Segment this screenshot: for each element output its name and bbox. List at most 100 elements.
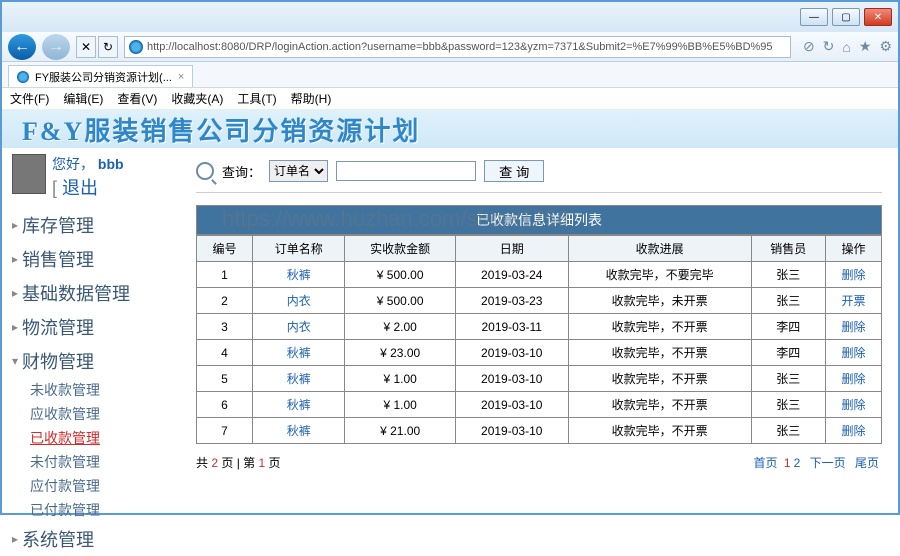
table-header: 收款进展 bbox=[568, 236, 751, 262]
cell-seller: 张三 bbox=[751, 392, 825, 418]
back-button[interactable]: ← bbox=[8, 34, 36, 60]
browser-tab[interactable]: FY服装公司分销资源计划(... × bbox=[8, 65, 193, 87]
cell-seller: 李四 bbox=[751, 340, 825, 366]
cell-amount: ¥ 500.00 bbox=[345, 288, 456, 314]
cell-order-name[interactable]: 秋裤 bbox=[253, 366, 345, 392]
cell-date: 2019-03-10 bbox=[455, 340, 568, 366]
pager-page-2[interactable]: 2 bbox=[794, 456, 801, 470]
cell-order-name[interactable]: 内衣 bbox=[253, 314, 345, 340]
pager-text: 页 | 第 bbox=[218, 456, 258, 470]
pager-page-1[interactable]: 1 bbox=[784, 456, 791, 470]
cell-progress: 收款完毕，未开票 bbox=[568, 288, 751, 314]
stop-button[interactable]: ✕ bbox=[76, 36, 96, 58]
cell-op[interactable]: 删除 bbox=[825, 418, 881, 444]
cell-order-name[interactable]: 秋裤 bbox=[253, 262, 345, 288]
window-minimize-button[interactable]: — bbox=[800, 8, 828, 26]
pager-last[interactable]: 尾页 bbox=[855, 456, 879, 470]
cell-op[interactable]: 开票 bbox=[825, 288, 881, 314]
pager-first[interactable]: 首页 bbox=[754, 456, 778, 470]
favorites-icon[interactable]: ★ bbox=[859, 38, 872, 55]
cell-order-name[interactable]: 秋裤 bbox=[253, 418, 345, 444]
search-field-select[interactable]: 订单名 bbox=[269, 160, 328, 182]
sidebar-subitem-1[interactable]: 应收款管理 bbox=[30, 402, 182, 426]
cell-id: 1 bbox=[197, 262, 253, 288]
cell-id: 2 bbox=[197, 288, 253, 314]
sidebar-item-3[interactable]: 物流管理 bbox=[12, 310, 182, 344]
search-label: 查询： bbox=[222, 162, 261, 181]
tools-icon[interactable]: ⚙ bbox=[879, 38, 892, 55]
address-bar[interactable]: http://localhost:8080/DRP/loginAction.ac… bbox=[124, 36, 791, 58]
refresh-icon[interactable]: ↻ bbox=[823, 38, 835, 55]
sidebar-item-4[interactable]: 财物管理 bbox=[12, 344, 182, 378]
sidebar-subitem-2[interactable]: 已收款管理 bbox=[30, 426, 182, 450]
sidebar-item-2[interactable]: 基础数据管理 bbox=[12, 276, 182, 310]
cell-order-name[interactable]: 秋裤 bbox=[253, 340, 345, 366]
table-header: 销售员 bbox=[751, 236, 825, 262]
menu-view[interactable]: 查看(V) bbox=[117, 90, 157, 107]
avatar bbox=[12, 154, 46, 194]
table-row: 5秋裤¥ 1.002019-03-10收款完毕，不开票张三删除 bbox=[197, 366, 882, 392]
cell-date: 2019-03-24 bbox=[455, 262, 568, 288]
sidebar-item-0[interactable]: 库存管理 bbox=[12, 208, 182, 242]
content-area: https://www.huzhan.com/shop/1758 查询： 订单名… bbox=[192, 148, 898, 513]
cell-date: 2019-03-11 bbox=[455, 314, 568, 340]
table-header: 操作 bbox=[825, 236, 881, 262]
window-maximize-button[interactable]: ▢ bbox=[832, 8, 860, 26]
menu-edit[interactable]: 编辑(E) bbox=[63, 90, 103, 107]
cell-amount: ¥ 23.00 bbox=[345, 340, 456, 366]
table-header: 日期 bbox=[455, 236, 568, 262]
cell-progress: 收款完毕，不开票 bbox=[568, 340, 751, 366]
cell-progress: 收款完毕，不开票 bbox=[568, 418, 751, 444]
cell-amount: ¥ 1.00 bbox=[345, 366, 456, 392]
logout-link[interactable]: 退出 bbox=[52, 174, 124, 200]
table-row: 2内衣¥ 500.002019-03-23收款完毕，未开票张三开票 bbox=[197, 288, 882, 314]
cell-seller: 张三 bbox=[751, 262, 825, 288]
page-banner: F&Y服装销售公司分销资源计划 bbox=[2, 110, 898, 148]
cell-amount: ¥ 2.00 bbox=[345, 314, 456, 340]
compat-icon[interactable]: ⊘ bbox=[803, 38, 815, 55]
menu-file[interactable]: 文件(F) bbox=[10, 90, 49, 107]
cell-seller: 张三 bbox=[751, 288, 825, 314]
pager-next[interactable]: 下一页 bbox=[810, 456, 846, 470]
cell-op[interactable]: 删除 bbox=[825, 366, 881, 392]
cell-id: 3 bbox=[197, 314, 253, 340]
pager-text: 页 bbox=[265, 456, 280, 470]
cell-date: 2019-03-10 bbox=[455, 418, 568, 444]
sidebar-subitem-0[interactable]: 未收款管理 bbox=[30, 378, 182, 402]
cell-id: 6 bbox=[197, 392, 253, 418]
menu-tools[interactable]: 工具(T) bbox=[237, 90, 276, 107]
browser-toolbar: ← → ✕ ↻ http://localhost:8080/DRP/loginA… bbox=[2, 32, 898, 62]
window-close-button[interactable]: ✕ bbox=[864, 8, 892, 26]
sidebar-item-1[interactable]: 销售管理 bbox=[12, 242, 182, 276]
sidebar-subitem-5[interactable]: 已付款管理 bbox=[30, 498, 182, 522]
table-header: 编号 bbox=[197, 236, 253, 262]
ie-icon bbox=[17, 71, 29, 83]
search-input[interactable] bbox=[336, 161, 476, 181]
cell-order-name[interactable]: 内衣 bbox=[253, 288, 345, 314]
home-icon[interactable]: ⌂ bbox=[842, 39, 850, 55]
cell-op[interactable]: 删除 bbox=[825, 314, 881, 340]
sidebar-subitem-3[interactable]: 未付款管理 bbox=[30, 450, 182, 474]
cell-date: 2019-03-23 bbox=[455, 288, 568, 314]
search-button[interactable]: 查 询 bbox=[484, 160, 544, 182]
browser-menu: 文件(F) 编辑(E) 查看(V) 收藏夹(A) 工具(T) 帮助(H) bbox=[2, 88, 898, 110]
cell-op[interactable]: 删除 bbox=[825, 392, 881, 418]
table-row: 3内衣¥ 2.002019-03-11收款完毕，不开票李四删除 bbox=[197, 314, 882, 340]
pagination: 共 2 页 | 第 1 页 首页 12 下一页 尾页 bbox=[196, 454, 882, 471]
sidebar-item-5[interactable]: 系统管理 bbox=[12, 522, 182, 556]
cell-op[interactable]: 删除 bbox=[825, 262, 881, 288]
username-label: bbb bbox=[98, 156, 124, 172]
forward-button[interactable]: → bbox=[42, 34, 70, 60]
tab-close-icon[interactable]: × bbox=[178, 71, 184, 83]
tab-strip: FY服装公司分销资源计划(... × bbox=[2, 62, 898, 88]
refresh-button[interactable]: ↻ bbox=[98, 36, 118, 58]
menu-help[interactable]: 帮助(H) bbox=[291, 90, 332, 107]
cell-seller: 张三 bbox=[751, 366, 825, 392]
cell-op[interactable]: 删除 bbox=[825, 340, 881, 366]
table-header: 订单名称 bbox=[253, 236, 345, 262]
menu-favorites[interactable]: 收藏夹(A) bbox=[171, 90, 223, 107]
cell-order-name[interactable]: 秋裤 bbox=[253, 392, 345, 418]
sidebar-subitem-4[interactable]: 应付款管理 bbox=[30, 474, 182, 498]
cell-amount: ¥ 1.00 bbox=[345, 392, 456, 418]
cell-amount: ¥ 500.00 bbox=[345, 262, 456, 288]
